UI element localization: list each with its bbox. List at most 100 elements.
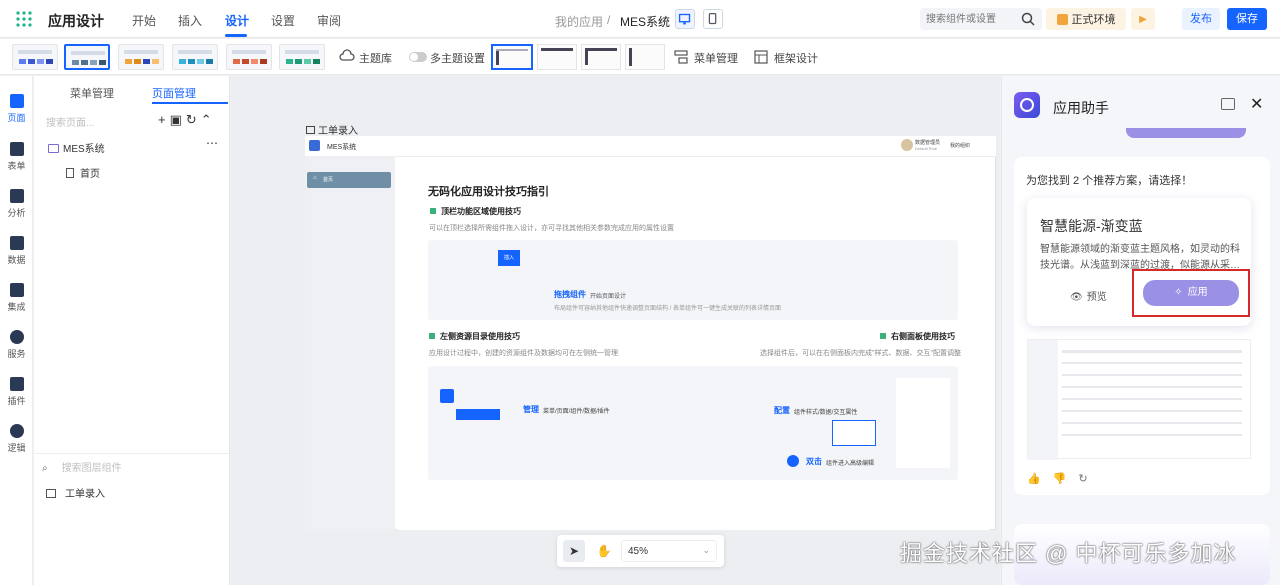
thumbs-down-icon[interactable]: 👎 (1053, 473, 1079, 485)
rail-item-page[interactable]: 页面 (0, 94, 33, 124)
publish-button[interactable]: 发布 (1182, 8, 1220, 30)
more-icon[interactable]: ⋯ (206, 136, 218, 150)
highlight-box (1132, 269, 1250, 317)
page-frame-icon (306, 126, 315, 134)
nav-settings[interactable]: 设置 (271, 12, 295, 29)
zoom-select[interactable]: 45% ⌄ (621, 540, 717, 562)
rail-label: 表单 (7, 161, 26, 171)
layout-option-2[interactable] (537, 44, 577, 70)
zoom-value: 45% (628, 546, 649, 557)
app-grid-icon[interactable] (16, 11, 32, 27)
preview-run-button[interactable]: ▶ (1131, 8, 1155, 30)
illustration-panels (428, 366, 958, 480)
nav-start[interactable]: 开始 (132, 12, 156, 29)
hand-tool-icon[interactable]: ✋ (593, 540, 615, 562)
theme-swatch-6[interactable] (279, 44, 325, 70)
app-name: 应用设计 (48, 13, 104, 29)
search-icon[interactable] (1021, 12, 1035, 26)
preview-side-label: 首页 (323, 177, 334, 183)
chart-icon (9, 189, 24, 203)
desktop-view-icon[interactable] (675, 9, 695, 29)
refresh-icon[interactable]: ↻ (1078, 473, 1099, 485)
mobile-view-icon[interactable] (703, 9, 723, 29)
page-search-input[interactable]: 搜索页面... (46, 114, 94, 129)
preview-my-org: 我的组织 (950, 143, 971, 149)
service-icon (9, 330, 24, 344)
chevron-down-icon: ⌄ (702, 545, 710, 555)
preview-button[interactable]: 👁 预览 (1070, 288, 1107, 303)
refresh-icon[interactable]: ↻ (186, 112, 201, 127)
menu-manage-icon (674, 50, 688, 64)
drag-desc: 布局组件可容纳其他组件快速调整页面结构 / 表单组件可一键生成关联的列表详情页面 (554, 306, 782, 312)
illus-insert-tab: 插入 (498, 250, 520, 266)
history-icon[interactable] (1221, 98, 1235, 110)
avatar (901, 139, 913, 151)
add-folder-icon[interactable]: ▣ (170, 112, 186, 127)
select-tool-icon[interactable]: ➤ (563, 540, 585, 562)
form-icon (9, 142, 24, 156)
top-bar: 应用设计 开始 插入 设计 设置 审阅 我的应用 / MES系统 正式环境 ▶ … (0, 0, 1280, 38)
frame-design-button[interactable]: 框架设计 (774, 50, 818, 66)
preview-header: MES系统 数据管理员 Default Role 我的组织 (305, 136, 996, 157)
collapse-icon[interactable]: ⌃ (201, 112, 216, 127)
add-icon[interactable]: + (158, 112, 170, 127)
section-right-title: 右侧面板使用技巧 (880, 331, 955, 342)
menu-manage-button[interactable]: 菜单管理 (694, 50, 738, 66)
frame-design-icon (754, 50, 768, 64)
rail-item-analysis[interactable]: 分析 (0, 189, 33, 219)
component-search-input[interactable]: ⌕ 搜索图层组件 (42, 459, 122, 474)
thumbnail-row (1062, 362, 1242, 364)
rail-label: 服务 (7, 349, 26, 359)
rail-label: 页面 (7, 113, 26, 123)
tree-item-page[interactable]: 首页 (66, 165, 100, 180)
rail-item-form[interactable]: 表单 (0, 142, 33, 172)
tab-page-manage[interactable]: 页面管理 (152, 85, 196, 101)
thumbnail-row (1062, 422, 1242, 424)
section-left-desc: 应用设计过程中，创建的资源组件及数据均可在左侧统一管理 (429, 350, 618, 357)
nav-insert[interactable]: 插入 (178, 12, 202, 29)
theme-swatch-3[interactable] (118, 44, 164, 70)
save-button[interactable]: 保存 (1227, 8, 1267, 30)
left-icon-rail: 页面 表单 分析 数据 集成 服务 插件 逻辑 (0, 76, 33, 585)
logic-icon (9, 424, 24, 438)
environment-button[interactable]: 正式环境 (1046, 8, 1126, 30)
rail-label: 数据 (7, 255, 26, 265)
rail-item-integration[interactable]: 集成 (0, 283, 33, 313)
component-item[interactable]: 工单录入 (46, 485, 105, 500)
layout-option-3[interactable] (581, 44, 621, 70)
thumbnail-row (1062, 398, 1242, 400)
nav-design[interactable]: 设计 (225, 12, 249, 29)
thumbnail-row (1062, 350, 1242, 353)
rail-item-data[interactable]: 数据 (0, 236, 33, 266)
thumbnail-row (1062, 386, 1242, 388)
breadcrumb-my-apps[interactable]: 我的应用 (555, 13, 603, 30)
theme-swatch-1[interactable] (12, 44, 58, 70)
cube-icon (9, 283, 24, 297)
nav-review[interactable]: 审阅 (317, 12, 341, 29)
rail-item-logic[interactable]: 逻辑 (0, 424, 33, 454)
assistant-panel: 应用助手 ✕ 为您找到 2 个推荐方案，请选择！ 智慧能源-渐变蓝 智慧能源领域… (1001, 76, 1280, 585)
multi-theme-toggle[interactable] (409, 52, 427, 62)
theme-swatch-2-selected[interactable] (64, 44, 110, 70)
tab-menu-manage[interactable]: 菜单管理 (70, 85, 114, 101)
layers-icon (9, 94, 24, 108)
theme-swatch-4[interactable] (172, 44, 218, 70)
previous-message-bubble (1126, 128, 1246, 138)
component-item-label: 工单录入 (65, 489, 105, 500)
thumbs-up-icon[interactable]: 👍 (1027, 473, 1053, 485)
folder-icon (48, 144, 59, 153)
theme-thumbnail[interactable] (1027, 339, 1251, 460)
environment-icon (1056, 13, 1068, 25)
theme-library-button[interactable]: 主题库 (359, 50, 392, 66)
rail-item-service[interactable]: 服务 (0, 330, 33, 360)
component-search-placeholder: 搜索图层组件 (61, 463, 122, 474)
layout-option-1-selected[interactable] (491, 44, 533, 70)
rail-item-plugin[interactable]: 插件 (0, 377, 33, 407)
close-icon[interactable]: ✕ (1250, 94, 1263, 114)
theme-option-title: 智慧能源-渐变蓝 (1040, 218, 1143, 234)
tree-item-app[interactable]: MES系统 ⋯ (48, 136, 218, 155)
rail-label: 插件 (7, 396, 26, 406)
theme-swatch-5[interactable] (226, 44, 272, 70)
layout-option-4[interactable] (625, 44, 665, 70)
section-topbar-title-text: 顶栏功能区域使用技巧 (441, 207, 521, 216)
